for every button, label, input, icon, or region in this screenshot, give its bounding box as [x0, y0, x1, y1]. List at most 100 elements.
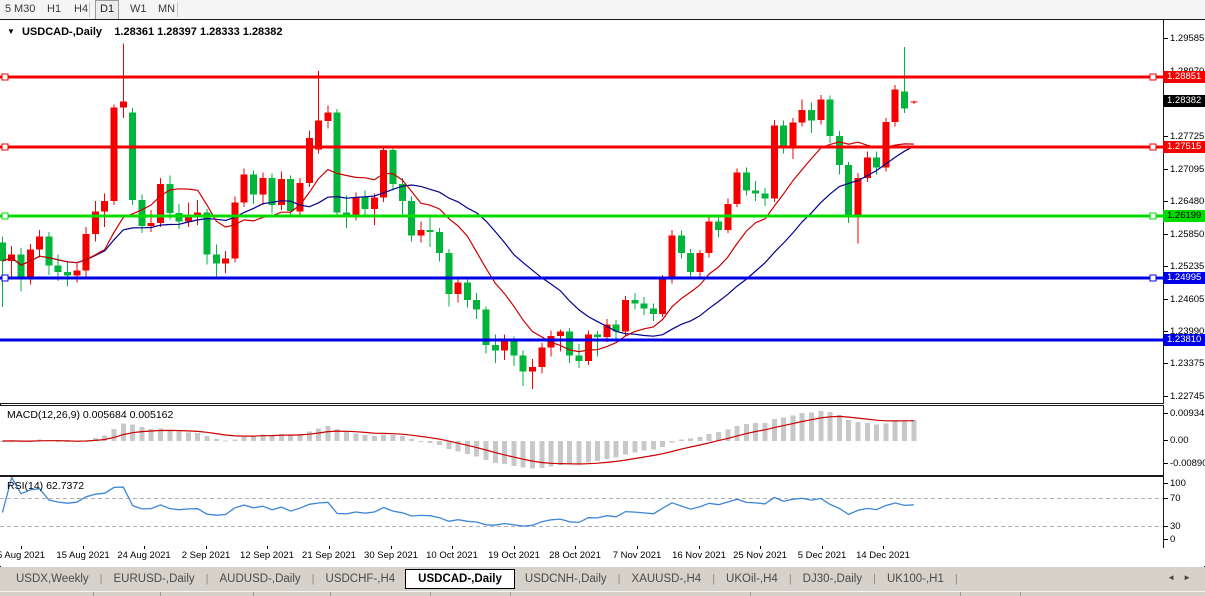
status-divider [253, 592, 254, 596]
horizontal-level-lines[interactable] [0, 74, 1163, 340]
price-axis[interactable]: 1.295851.289701.277251.270951.264801.258… [1164, 20, 1205, 566]
date-label: 28 Oct 2021 [549, 550, 601, 561]
date-label: 24 Aug 2021 [117, 550, 170, 561]
tab-uk100-h1[interactable]: UK100-,H1 [877, 569, 954, 589]
price-chart-canvas [0, 20, 1163, 403]
tab-scroll-arrows: ◄► [1167, 573, 1199, 582]
status-divider [430, 592, 431, 596]
price-tick [1164, 169, 1168, 170]
timeframe-button-mn[interactable]: MN [154, 0, 179, 19]
date-label: 30 Sep 2021 [364, 550, 418, 561]
timeframe-button-w1[interactable]: W1 [126, 0, 151, 19]
date-tick [514, 546, 515, 549]
date-label: 15 Aug 2021 [56, 550, 109, 561]
tab-scroll-left-icon[interactable]: ◄ [1167, 573, 1183, 582]
price-tick-label: 1.27095 [1170, 164, 1204, 175]
status-divider [750, 592, 751, 596]
timeframe-button-h1[interactable]: H1 [43, 0, 65, 19]
tab-usdcnh-daily[interactable]: USDCNH-,Daily [515, 569, 617, 589]
macd-label: MACD(12,26,9) 0.005684 0.005162 [7, 409, 173, 421]
date-label: 10 Oct 2021 [426, 550, 478, 561]
timeframe-button-m30[interactable]: M30 [10, 0, 39, 19]
price-level-tag: 1.26199 [1163, 210, 1205, 222]
macd-axis-label: 0.009345 [1170, 408, 1205, 419]
rsi-pane[interactable] [0, 476, 1164, 548]
macd-axis-tick [1164, 440, 1168, 441]
hline-handle [1150, 144, 1156, 150]
date-tick [83, 546, 84, 549]
price-tick [1164, 234, 1168, 235]
date-tick [699, 546, 700, 549]
date-axis[interactable]: 5 Aug 202115 Aug 202124 Aug 20212 Sep 20… [0, 546, 1163, 566]
date-tick [391, 546, 392, 549]
date-label: 5 Dec 2021 [798, 550, 847, 561]
tab-xauusd-h4[interactable]: XAUUSD-,H4 [622, 569, 712, 589]
hline-handle [2, 213, 8, 219]
date-label: 5 Aug 2021 [0, 550, 45, 561]
date-label: 21 Sep 2021 [302, 550, 356, 561]
date-tick [637, 546, 638, 549]
price-tick-label: 1.26480 [1170, 196, 1204, 207]
tab-usdcad-daily[interactable]: USDCAD-,Daily [405, 569, 515, 589]
toolbar-separator [89, 2, 90, 17]
status-divider [160, 592, 161, 596]
macd-canvas [0, 406, 1163, 474]
date-tick [760, 546, 761, 549]
timeframe-button-d1[interactable]: D1 [95, 0, 119, 21]
price-level-tag: 1.27515 [1163, 141, 1205, 153]
rsi-axis-tick [1164, 526, 1168, 527]
macd-pane[interactable] [0, 405, 1164, 476]
price-tick [1164, 299, 1168, 300]
date-tick [267, 546, 268, 549]
date-label: 12 Sep 2021 [240, 550, 294, 561]
chart-dropdown-icon[interactable]: ▼ [7, 27, 15, 36]
date-tick [206, 546, 207, 549]
tab-scroll-right-icon[interactable]: ► [1183, 573, 1199, 582]
price-level-tag: 1.23810 [1163, 334, 1205, 346]
rsi-axis-label: 30 [1170, 521, 1181, 532]
macd-axis-label: -0.00890 [1170, 458, 1205, 469]
rsi-axis-tick [1164, 498, 1168, 499]
chart-ohlc-values: 1.28361 1.28397 1.28333 1.28382 [114, 26, 282, 38]
price-tick [1164, 363, 1168, 364]
tab-eurusd-daily[interactable]: EURUSD-,Daily [104, 569, 205, 589]
price-tick [1164, 38, 1168, 39]
date-label: 19 Oct 2021 [488, 550, 540, 561]
main-chart-pane[interactable] [0, 20, 1164, 404]
price-tick-label: 1.22745 [1170, 391, 1204, 402]
date-label: 25 Nov 2021 [733, 550, 787, 561]
timeframe-toolbar: 5M30H1H4D1W1MN [0, 0, 1205, 19]
rsi-axis-tick [1164, 483, 1168, 484]
date-label: 7 Nov 2021 [613, 550, 662, 561]
tab-ukoil-h4[interactable]: UKOil-,H4 [716, 569, 788, 589]
price-tick-label: 1.25850 [1170, 229, 1204, 240]
mt4-chart-window: 5M30H1H4D1W1MN ▼ USDCAD-,Daily 1.28361 1… [0, 0, 1205, 596]
rsi-axis-label: 100 [1170, 478, 1186, 489]
chart-tab-bar: USDX,Weekly|EURUSD-,Daily|AUDUSD-,Daily|… [0, 567, 1205, 591]
price-level-tag: 1.28851 [1163, 71, 1205, 83]
tab-audusd-daily[interactable]: AUDUSD-,Daily [210, 569, 311, 589]
rsi-label: RSI(14) 62.7372 [7, 480, 84, 492]
macd-axis-label: 0.00 [1170, 435, 1189, 446]
hline-handle [1150, 74, 1156, 80]
tab-dj30-daily[interactable]: DJ30-,Daily [793, 569, 872, 589]
price-tick-label: 1.29585 [1170, 33, 1204, 44]
hline-handle [1150, 213, 1156, 219]
price-tick [1164, 396, 1168, 397]
price-tick [1164, 136, 1168, 137]
macd-axis-tick [1164, 413, 1168, 414]
hline-handle [2, 144, 8, 150]
price-tick-label: 1.23375 [1170, 358, 1204, 369]
chart-title: ▼ USDCAD-,Daily 1.28361 1.28397 1.28333 … [7, 26, 283, 38]
hline-handle [2, 74, 8, 80]
rsi-line [2, 478, 913, 527]
macd-axis-tick [1164, 463, 1168, 464]
date-label: 16 Nov 2021 [672, 550, 726, 561]
rsi-axis-label: 70 [1170, 493, 1181, 504]
status-divider [960, 592, 961, 596]
tab-usdchf-h4[interactable]: USDCHF-,H4 [316, 569, 406, 589]
tab-usdx-weekly[interactable]: USDX,Weekly [6, 569, 99, 589]
rsi-axis-label: 0 [1170, 534, 1175, 545]
current-price-tag: 1.28382 [1163, 95, 1205, 107]
price-level-tag: 1.24995 [1163, 272, 1205, 284]
